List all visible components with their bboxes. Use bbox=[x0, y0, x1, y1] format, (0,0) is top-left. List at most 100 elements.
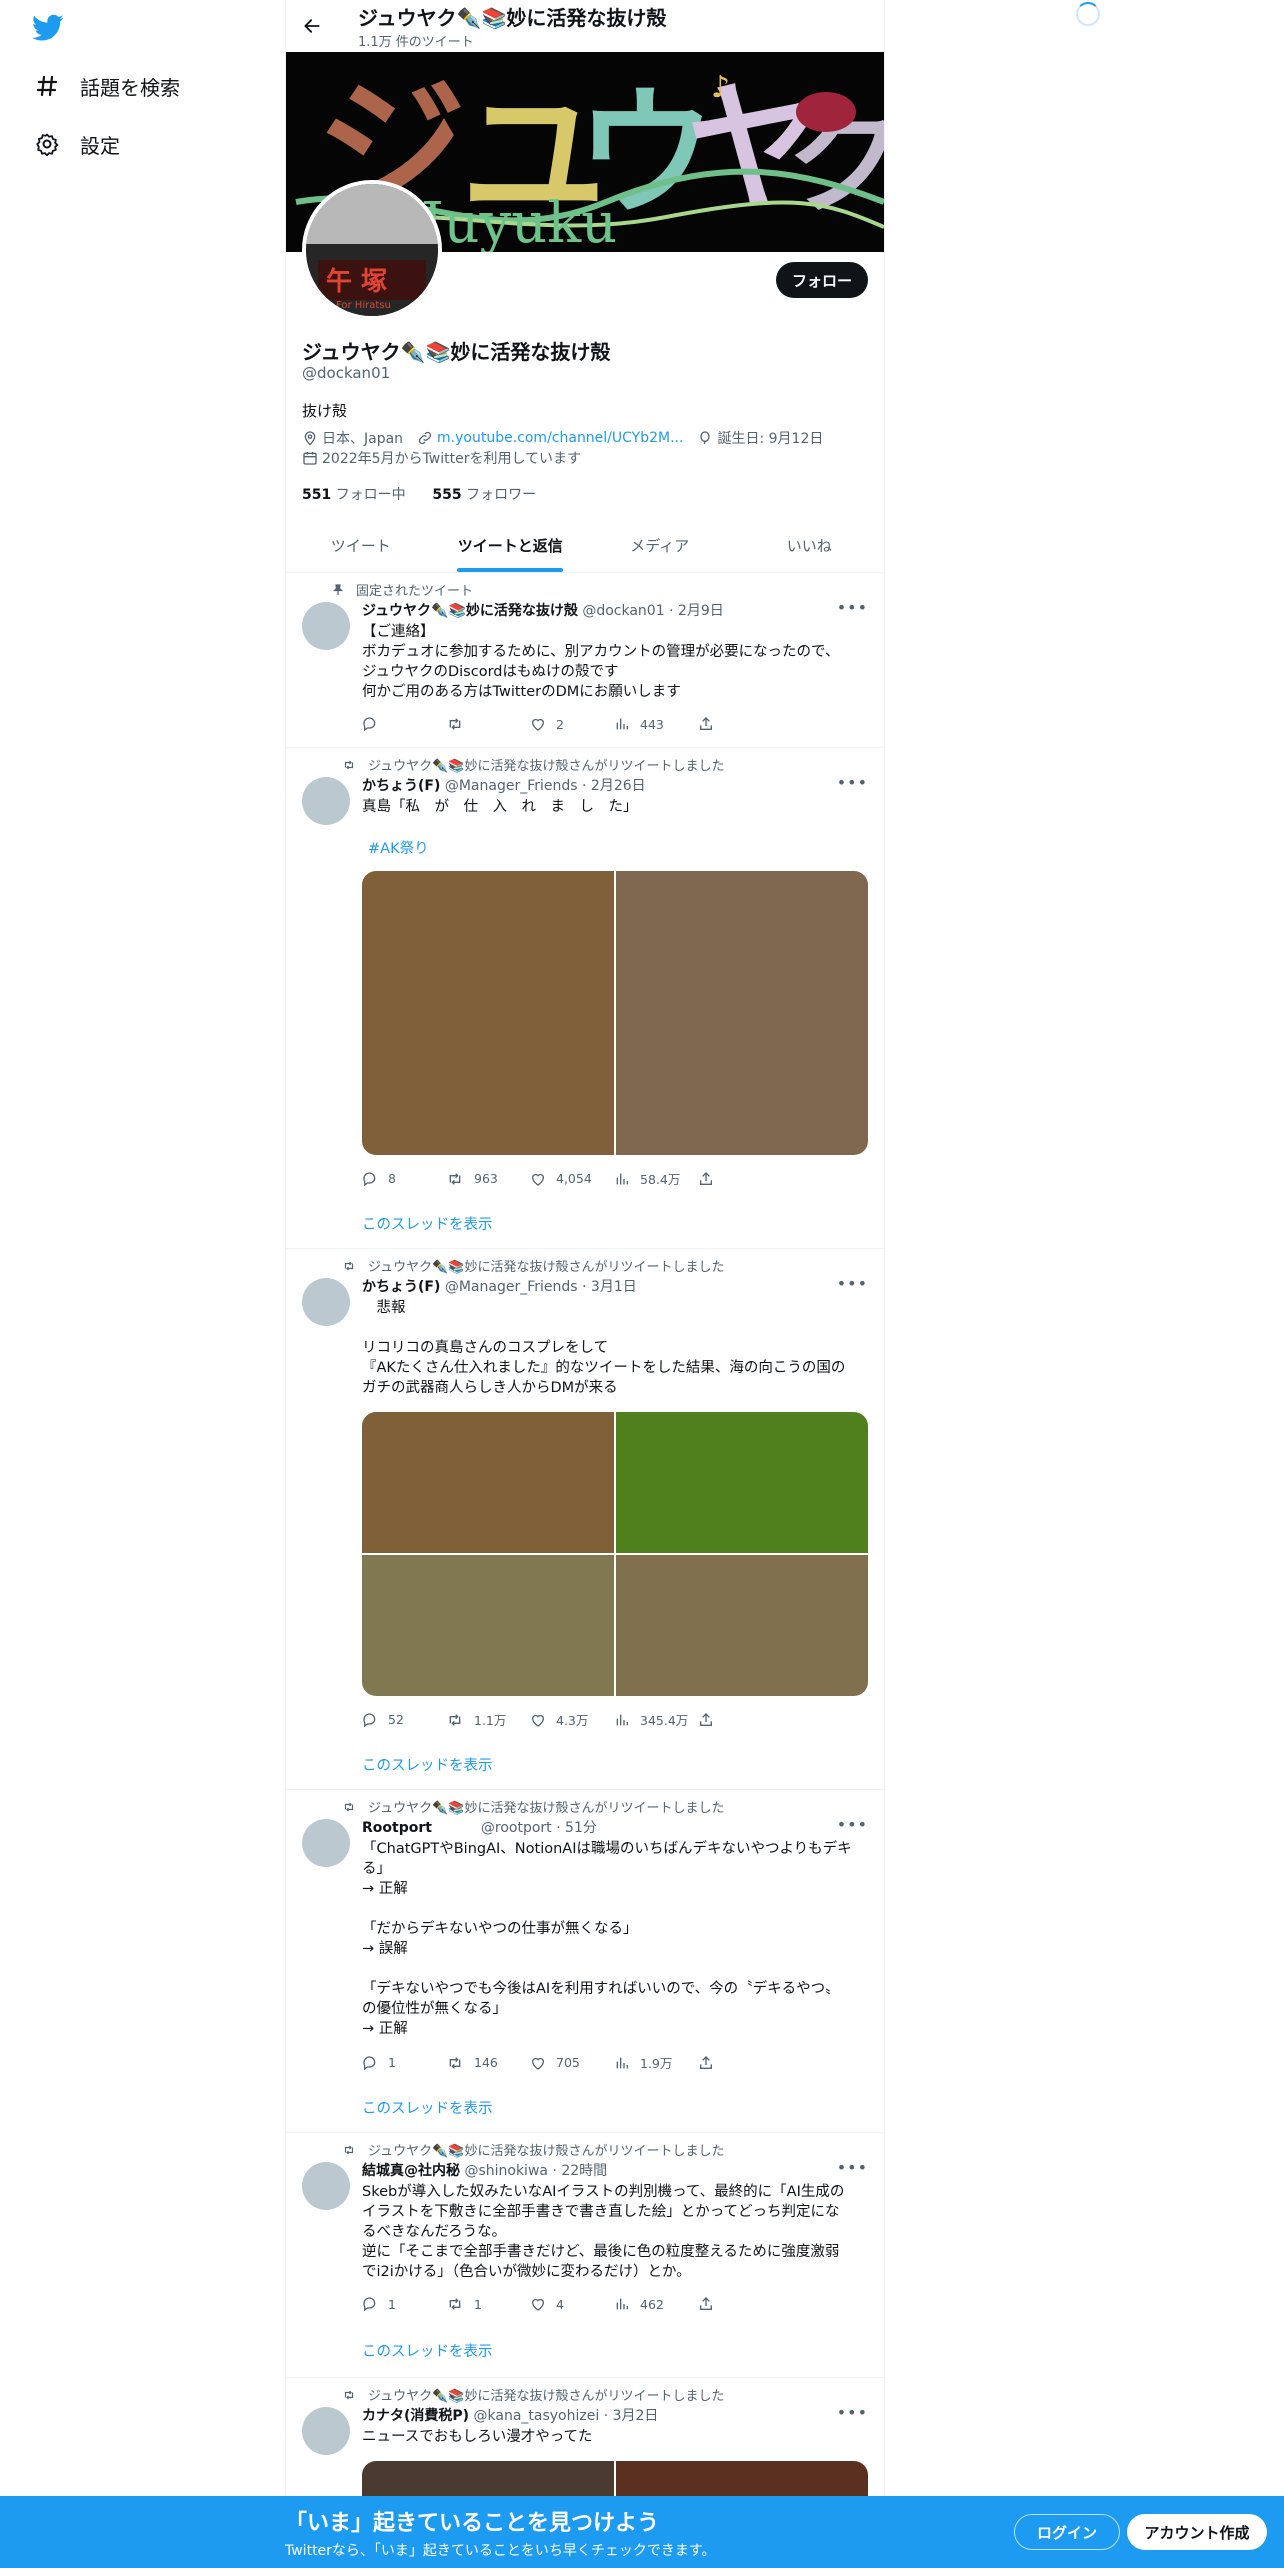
retweet-button[interactable]: 963 bbox=[446, 1169, 530, 1188]
tweet-text: 【ご連絡】 ボカデュオに参加するために、別アカウントの管理が必要になったので、 … bbox=[362, 624, 840, 700]
like-button[interactable]: 2 bbox=[530, 716, 614, 732]
views-button[interactable]: 345.4万 bbox=[614, 1710, 698, 1729]
tweet-author-name[interactable]: 結城真@社内秘 bbox=[362, 2163, 460, 2179]
avatar[interactable] bbox=[302, 2162, 350, 2210]
avatar[interactable] bbox=[302, 1278, 350, 1326]
tab-tweets-and-replies[interactable]: ツイートと返信 bbox=[436, 520, 586, 572]
tweet-retweeted[interactable]: ジュウヤク✒️📚妙に活発な抜け殻さんがリツイートしました かちょう(F) @Ma… bbox=[286, 749, 884, 1249]
tab-media[interactable]: メディア bbox=[585, 520, 735, 572]
media-image[interactable] bbox=[362, 1412, 614, 1553]
reply-button[interactable]: 8 bbox=[362, 1169, 446, 1188]
tweet-pinned[interactable]: 固定されたツイート ジュウヤク✒️📚妙に活発な抜け殻 @dockan01 · 2… bbox=[286, 574, 884, 748]
profile-handle: @dockan01 bbox=[302, 364, 391, 382]
show-thread-link[interactable]: このスレッドを表示 bbox=[362, 1754, 493, 1775]
share-icon bbox=[700, 717, 712, 730]
profile-header-bar: ジュウヤク✒️📚妙に活発な抜け殻 1.1万 件のツイート bbox=[286, 0, 884, 52]
tweet-author-handle[interactable]: @Manager_Friends bbox=[445, 778, 578, 794]
tweet-time[interactable]: 2月9日 bbox=[678, 603, 724, 619]
retweet-button[interactable]: 1.1万 bbox=[446, 1710, 530, 1729]
follow-button[interactable]: フォロー bbox=[775, 262, 868, 298]
back-arrow-icon[interactable] bbox=[300, 14, 324, 38]
avatar[interactable] bbox=[302, 1819, 350, 1867]
tweet-context: ジュウヤク✒️📚妙に活発な抜け殻さんがリツイートしました bbox=[332, 755, 724, 774]
show-thread-link[interactable]: このスレッドを表示 bbox=[362, 1213, 493, 1234]
tweet-author-handle[interactable]: @dockan01 bbox=[582, 603, 664, 619]
more-options-icon[interactable]: ••• bbox=[837, 773, 868, 792]
loading-spinner-icon bbox=[1076, 2, 1100, 26]
left-navigation: 話題を検索 設定 bbox=[0, 0, 285, 200]
media-image[interactable] bbox=[362, 1555, 614, 1696]
share-button[interactable] bbox=[698, 2296, 782, 2312]
like-button[interactable]: 705 bbox=[530, 2053, 614, 2072]
like-button[interactable]: 4 bbox=[530, 2296, 614, 2312]
avatar[interactable] bbox=[302, 2407, 350, 2455]
twitter-logo-icon[interactable] bbox=[32, 14, 64, 42]
profile-link[interactable]: m.youtube.com/channel/UCYb2M... bbox=[417, 430, 683, 446]
more-options-icon[interactable]: ••• bbox=[837, 2403, 868, 2422]
media-image[interactable] bbox=[616, 871, 868, 1155]
reply-button[interactable] bbox=[362, 716, 446, 732]
profile-avatar[interactable]: 午 塚 For Hiratsu bbox=[302, 180, 442, 320]
followers-link[interactable]: 555 フォロワー bbox=[432, 487, 536, 503]
login-button[interactable]: ログイン bbox=[1014, 2514, 1120, 2550]
tweet-media-grid[interactable] bbox=[362, 1412, 868, 1696]
tweet-author-name[interactable]: かちょう(F) bbox=[362, 778, 440, 794]
profile-meta-row: 日本、Japan m.youtube.com/channel/UCYb2M...… bbox=[302, 428, 837, 448]
media-image[interactable] bbox=[616, 1412, 868, 1553]
show-thread-link[interactable]: このスレッドを表示 bbox=[362, 2340, 493, 2361]
tweet-time[interactable]: 22時間 bbox=[561, 2163, 607, 2179]
more-options-icon[interactable]: ••• bbox=[837, 1815, 868, 1834]
tweet-retweeted[interactable]: ジュウヤク✒️📚妙に活発な抜け殻さんがリツイートしました かちょう(F) @Ma… bbox=[286, 1250, 884, 1790]
reply-button[interactable]: 1 bbox=[362, 2296, 446, 2312]
tweet-author-name[interactable]: カナタ(消費税P) bbox=[362, 2408, 469, 2424]
tweet-time[interactable]: 3月2日 bbox=[613, 2408, 659, 2424]
more-options-icon[interactable]: ••• bbox=[837, 2158, 868, 2177]
tweet-time[interactable]: 2月26日 bbox=[591, 778, 646, 794]
tweet-author-name[interactable]: ジュウヤク✒️📚妙に活発な抜け殻 bbox=[362, 603, 578, 619]
tweet-author-handle[interactable]: @kana_tasyohizei bbox=[474, 2408, 600, 2424]
views-button[interactable]: 1.9万 bbox=[614, 2053, 698, 2072]
nav-settings[interactable]: 設定 bbox=[34, 124, 120, 164]
tweet-text: Skebが導入した奴みたいなAIイラストの判別機って、最終的に「AI生成の イラ… bbox=[362, 2184, 845, 2280]
more-options-icon[interactable]: ••• bbox=[837, 1274, 868, 1293]
like-button[interactable]: 4,054 bbox=[530, 1169, 614, 1188]
tweet-author-handle[interactable]: @shinokiwa bbox=[464, 2163, 548, 2179]
nav-explore[interactable]: 話題を検索 bbox=[34, 66, 180, 106]
tweet-media-grid[interactable] bbox=[362, 871, 868, 1155]
retweet-button[interactable] bbox=[446, 716, 530, 732]
views-button[interactable]: 58.4万 bbox=[614, 1169, 698, 1188]
following-link[interactable]: 551 フォロー中 bbox=[302, 487, 406, 503]
tweet-author-name[interactable]: かちょう(F) bbox=[362, 1279, 440, 1295]
share-button[interactable] bbox=[698, 1710, 782, 1729]
reply-button[interactable]: 1 bbox=[362, 2053, 446, 2072]
more-options-icon[interactable]: ••• bbox=[837, 598, 868, 617]
reply-button[interactable]: 52 bbox=[362, 1710, 446, 1729]
reply-icon bbox=[363, 1712, 376, 1727]
tweet-author-handle[interactable]: @Manager_Friends bbox=[445, 1279, 578, 1295]
tweet-retweeted[interactable]: ジュウヤク✒️📚妙に活発な抜け殻さんがリツイートしました Rootport @r… bbox=[286, 1791, 884, 2133]
retweet-button[interactable]: 146 bbox=[446, 2053, 530, 2072]
like-button[interactable]: 4.3万 bbox=[530, 1710, 614, 1729]
share-button[interactable] bbox=[698, 716, 782, 732]
views-button[interactable]: 443 bbox=[614, 716, 698, 732]
tweet-author-name[interactable]: Rootport bbox=[362, 1820, 432, 1836]
reply-icon bbox=[363, 1171, 376, 1186]
avatar[interactable] bbox=[302, 602, 350, 650]
retweet-button[interactable]: 1 bbox=[446, 2296, 530, 2312]
tweet-time[interactable]: 51分 bbox=[565, 1820, 597, 1836]
create-account-button[interactable]: アカウント作成 bbox=[1127, 2514, 1267, 2550]
tweet-author-handle[interactable]: @rootport bbox=[481, 1820, 552, 1836]
tweet-time[interactable]: 3月1日 bbox=[591, 1279, 637, 1295]
views-button[interactable]: 462 bbox=[614, 2296, 698, 2312]
tab-likes[interactable]: いいね bbox=[735, 520, 885, 572]
tweet-retweeted[interactable]: ジュウヤク✒️📚妙に活発な抜け殻さんがリツイートしました 結城真@社内秘 @sh… bbox=[286, 2134, 884, 2378]
tab-tweets[interactable]: ツイート bbox=[286, 520, 436, 572]
media-image[interactable] bbox=[362, 871, 614, 1155]
location-pin-icon bbox=[304, 431, 316, 446]
share-button[interactable] bbox=[698, 2053, 782, 2072]
media-image[interactable] bbox=[616, 1555, 868, 1696]
avatar[interactable] bbox=[302, 777, 350, 825]
show-thread-link[interactable]: このスレッドを表示 bbox=[362, 2097, 493, 2118]
share-button[interactable] bbox=[698, 1169, 782, 1188]
hashtag-link[interactable]: #AK祭り bbox=[368, 837, 429, 858]
